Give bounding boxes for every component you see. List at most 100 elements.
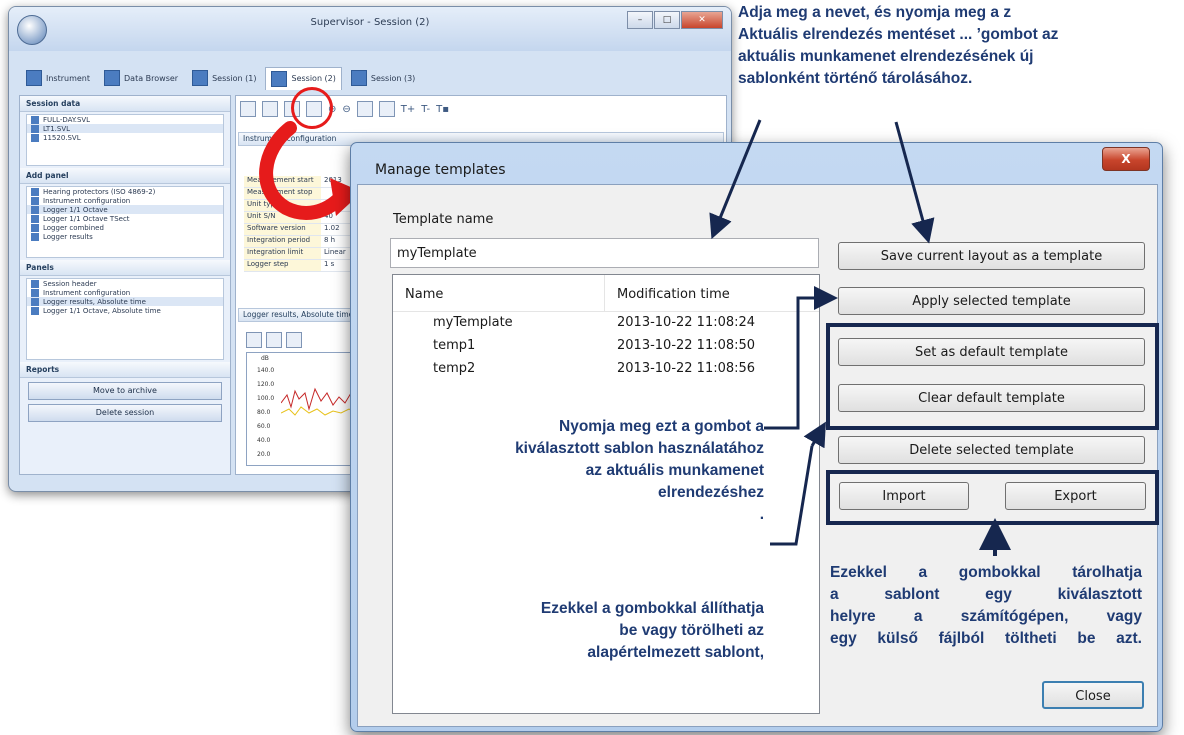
chart-toolbar [246, 332, 302, 348]
list-item[interactable]: FULL-DAY.SVL [27, 115, 223, 124]
export-button[interactable]: Export [1005, 482, 1146, 510]
set-default-template-button[interactable]: Set as default template [838, 338, 1145, 366]
column-header-modification-time[interactable]: Modification time [617, 287, 730, 302]
annotation-line: Ezekkel a gombokkal állíthatja [540, 600, 764, 617]
table-row[interactable]: temp2 2013-10-22 11:08:56 [393, 361, 819, 383]
annotation-line: Ezekkel a gombokkal tárolhatja [830, 564, 1142, 581]
annotation-line: egy külső fájlból töltheti be azt. [830, 630, 1142, 647]
apply-template-button[interactable]: Apply selected template [838, 287, 1145, 315]
session-data-header[interactable]: Session data [20, 96, 230, 112]
list-item[interactable]: Hearing protectors (ISO 4869-2) [27, 187, 223, 196]
chart-type-icon[interactable] [266, 332, 282, 348]
template-row-name: myTemplate [433, 315, 513, 330]
config-key: Integration period [244, 236, 321, 247]
session-icon [350, 70, 367, 86]
axis-icon[interactable] [356, 101, 373, 117]
data-browser-icon [104, 70, 121, 86]
item-label: Hearing protectors (ISO 4869-2) [43, 187, 156, 196]
session-file-list: FULL-DAY.SVL LT1.SVL 11520.SVL [26, 114, 224, 166]
list-item[interactable]: Instrument configuration [27, 196, 223, 205]
table-row[interactable]: myTemplate 2013-10-22 11:08:24 [393, 315, 819, 337]
save-template-button[interactable]: Save current layout as a template [838, 242, 1145, 270]
tab-data-browser[interactable]: Data Browser [99, 67, 183, 89]
template-name-input[interactable] [390, 238, 819, 268]
list-item[interactable]: Logger 1/1 Octave [27, 205, 223, 214]
annotation-line: aktuális munkamenet elrendezésének új [738, 48, 1034, 65]
font-reset-icon[interactable]: T▪ [436, 104, 449, 115]
panels-header[interactable]: Panels [20, 260, 230, 276]
tab-session-3[interactable]: Session (3) [346, 67, 420, 89]
panel-icon [31, 196, 39, 205]
annotation-line: . [759, 506, 764, 523]
window-close-icon[interactable]: ✕ [681, 11, 723, 29]
minimize-icon[interactable]: – [627, 11, 653, 29]
list-item[interactable]: Instrument configuration [27, 288, 223, 297]
add-panel-list: Hearing protectors (ISO 4869-2) Instrume… [26, 186, 224, 258]
template-row-time: 2013-10-22 11:08:24 [617, 315, 756, 330]
annotation-line: alapértelmezett sablont, [587, 644, 764, 661]
delete-template-button[interactable]: Delete selected template [838, 436, 1145, 464]
reports-header[interactable]: Reports [20, 362, 230, 378]
add-panel-header[interactable]: Add panel [20, 168, 230, 184]
column-header-name[interactable]: Name [405, 287, 443, 302]
tab-session-1[interactable]: Session (1) [187, 67, 261, 89]
annotation-save-note: Adja meg a nevet, és nyomja meg a z Aktu… [738, 2, 1184, 90]
annotation-line: a sablont egy kiválasztott [830, 586, 1142, 603]
list-item[interactable]: Logger combined [27, 223, 223, 232]
axis-scale-icon[interactable] [378, 101, 395, 117]
font-decrease-icon[interactable]: T- [421, 104, 430, 115]
panel-icon [31, 214, 39, 223]
file-icon [31, 124, 39, 133]
list-item[interactable]: LT1.SVL [27, 124, 223, 133]
session-icon [192, 70, 209, 86]
session-icon [271, 70, 288, 87]
template-name-label: Template name [393, 212, 494, 227]
config-key: Integration limit [244, 248, 321, 259]
list-item[interactable]: Logger 1/1 Octave TSect [27, 214, 223, 223]
chart-layout-icon[interactable] [246, 332, 262, 348]
chart-export-icon[interactable] [286, 332, 302, 348]
list-item[interactable]: Session header [27, 279, 223, 288]
settings-icon[interactable] [262, 101, 278, 117]
series-red-line [281, 387, 357, 411]
annotation-line: be vagy törölheti az [619, 622, 764, 639]
font-increase-icon[interactable]: T+ [401, 104, 416, 115]
tick-label: 60.0 [257, 423, 271, 430]
tab-label: Session (3) [370, 73, 416, 83]
table-row: Logger step 1 s [244, 260, 364, 272]
dialog-close-x-button[interactable]: X [1102, 147, 1150, 171]
tab-label: Session (1) [212, 73, 257, 83]
annotation-apply-note: Nyomja meg ezt a gombot a kiválasztott s… [440, 416, 764, 526]
tick-label: 100.0 [257, 395, 275, 402]
maximize-icon[interactable]: □ [654, 11, 680, 29]
tab-session-2[interactable]: Session (2) [265, 66, 342, 90]
panel-icon [31, 279, 39, 288]
tick-label: 120.0 [257, 381, 275, 388]
column-divider[interactable] [604, 275, 605, 311]
delete-session-button[interactable]: Delete session [28, 404, 222, 422]
list-item[interactable]: Logger 1/1 Octave, Absolute time [27, 306, 223, 315]
session-sidebar: Session data FULL-DAY.SVL LT1.SVL 11520.… [19, 95, 231, 475]
panel-icon [31, 306, 39, 315]
close-button[interactable]: Close [1042, 681, 1144, 709]
annotation-import-export-note: Ezekkel a gombokkal tárolhatja a sablont… [830, 562, 1142, 650]
layout-icon[interactable] [240, 101, 256, 117]
table-row[interactable]: temp1 2013-10-22 11:08:50 [393, 338, 819, 360]
panel-icon [31, 288, 39, 297]
file-name: FULL-DAY.SVL [43, 115, 91, 124]
zoom-out-icon[interactable]: ⊖ [342, 104, 350, 115]
clear-default-template-button[interactable]: Clear default template [838, 384, 1145, 412]
annotation-line: Aktuális elrendezés mentéset ... ’gombot… [738, 26, 1059, 43]
tick-label: 20.0 [257, 451, 271, 458]
list-item[interactable]: 11520.SVL [27, 133, 223, 142]
tab-instrument[interactable]: Instrument [21, 67, 95, 89]
move-to-archive-button[interactable]: Move to archive [28, 382, 222, 400]
dialog-title: Manage templates [375, 162, 506, 178]
file-icon [31, 133, 39, 142]
list-item[interactable]: Logger results [27, 232, 223, 241]
import-button[interactable]: Import [839, 482, 969, 510]
template-row-time: 2013-10-22 11:08:56 [617, 361, 756, 376]
annotation-line: sablonként történő tárolásához. [738, 70, 973, 87]
list-item[interactable]: Logger results, Absolute time [27, 297, 223, 306]
file-name: 11520.SVL [43, 133, 81, 142]
